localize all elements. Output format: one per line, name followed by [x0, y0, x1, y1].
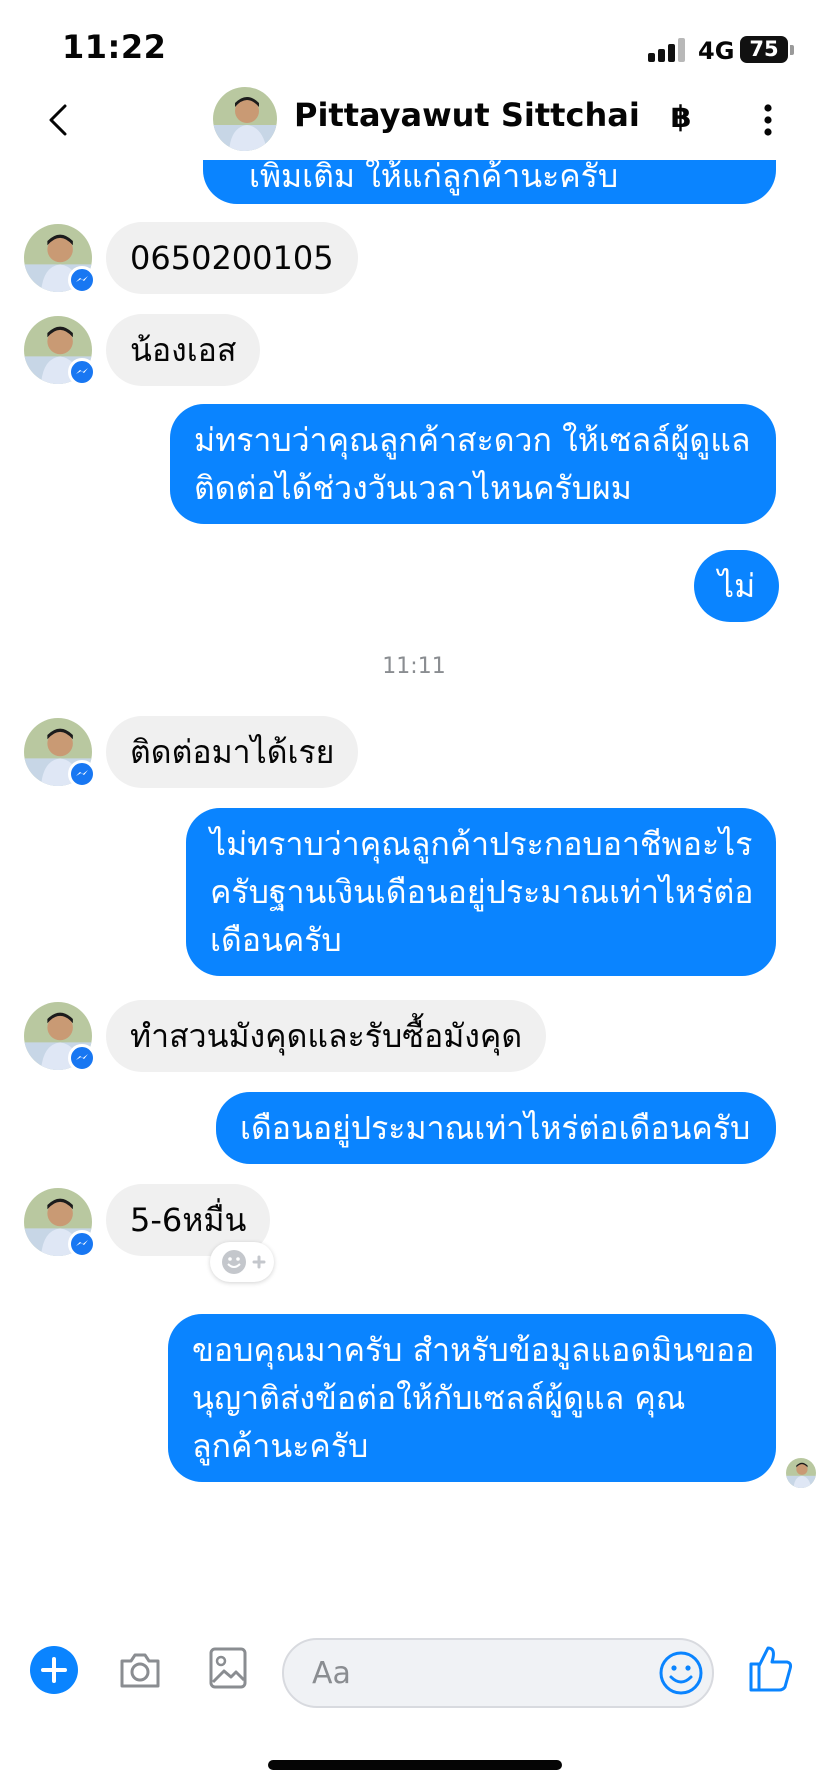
- chat-header: Pittayawut Sittchai ฿: [0, 80, 828, 160]
- camera-icon: [120, 1653, 160, 1688]
- status-bar: 11:22 4G 75: [0, 0, 828, 90]
- message-line: ไม่ทราบว่าคุณลูกค้าประกอบอาชีพอะไร: [210, 825, 753, 863]
- more-options-button[interactable]: [750, 98, 786, 142]
- messenger-badge-icon: [68, 358, 96, 386]
- contact-avatar[interactable]: [213, 87, 277, 151]
- more-actions-button[interactable]: [30, 1646, 78, 1694]
- messenger-badge-icon: [68, 266, 96, 294]
- message-outgoing[interactable]: ไม่ทราบว่าคุณลูกค้าประกอบอาชีพอะไร ครับฐ…: [186, 808, 776, 976]
- message-line: ขอบคุณมาครับ สำหรับข้อมูลแอดมินขออ: [192, 1331, 755, 1369]
- messenger-icon: [76, 1054, 88, 1060]
- messenger-icon: [76, 1240, 88, 1246]
- message-outgoing[interactable]: เดือนอยู่ประมาณเท่าไหร่ต่อเดือนครับ: [216, 1092, 776, 1164]
- contact-name[interactable]: Pittayawut Sittchai: [294, 96, 640, 134]
- message-line: ม่ทราบว่าคุณลูกค้าสะดวก ให้เซลล์ผู้ดูแล: [194, 421, 751, 459]
- message-incoming[interactable]: ทำสวนมังคุดและรับซื้อมังคุด: [106, 1000, 547, 1072]
- chat-screen: 11:22 4G 75 เพิ่มเติม ให้แก่ลูกค้านะครับ: [0, 0, 828, 1792]
- payment-button[interactable]: ฿: [664, 96, 698, 140]
- emoji-icon: [659, 1651, 703, 1695]
- message-line: นุญาติส่งข้อต่อให้กับเซลล์ผู้ดูแล คุณ: [192, 1379, 686, 1417]
- message-incoming[interactable]: 0650200105: [106, 222, 358, 294]
- message-incoming[interactable]: น้องเอส: [106, 314, 261, 386]
- network-type: 4G: [698, 37, 735, 65]
- battery-icon: 75: [740, 36, 788, 63]
- message-incoming[interactable]: ติดต่อมาได้เรย: [106, 716, 359, 788]
- status-time: 11:22: [62, 28, 167, 66]
- add-reaction-button[interactable]: [210, 1242, 274, 1282]
- like-icon: [749, 1646, 793, 1692]
- messenger-icon: [76, 276, 88, 282]
- read-receipt-avatar: [786, 1458, 816, 1488]
- gallery-icon: [209, 1647, 247, 1689]
- messenger-badge-icon: [68, 1230, 96, 1258]
- more-vertical-icon: [764, 104, 772, 136]
- plus-icon: [41, 1657, 67, 1683]
- profile-photo-icon: [786, 1458, 816, 1488]
- battery-level: 75: [749, 37, 779, 61]
- message-line: ลูกค้านะครับ: [192, 1427, 369, 1465]
- messenger-icon: [76, 368, 88, 374]
- message-line: ครับฐานเงินเดือนอยู่ประมาณเท่าไหร่ต่อ: [210, 873, 754, 911]
- camera-button[interactable]: [116, 1646, 164, 1694]
- message-outgoing[interactable]: ม่ทราบว่าคุณลูกค้าสะดวก ให้เซลล์ผู้ดูแล …: [170, 404, 776, 524]
- baht-icon: ฿: [670, 100, 692, 135]
- cellular-signal-icon: [648, 38, 688, 62]
- profile-photo-icon: [213, 87, 277, 151]
- add-reaction-icon: [222, 1250, 266, 1274]
- gallery-button[interactable]: [208, 1644, 248, 1692]
- timestamp-separator: 11:11: [382, 654, 446, 679]
- message-input[interactable]: [282, 1638, 714, 1708]
- like-button[interactable]: [748, 1642, 794, 1694]
- message-line: เดือนครับ: [210, 921, 342, 959]
- messenger-icon: [76, 770, 88, 776]
- back-button[interactable]: [38, 98, 82, 142]
- messenger-badge-icon: [68, 1044, 96, 1072]
- message-line: ไม่: [718, 567, 756, 605]
- message-outgoing[interactable]: ขอบคุณมาครับ สำหรับข้อมูลแอดมินขออ นุญาต…: [168, 1314, 776, 1482]
- message-outgoing[interactable]: ไม่: [694, 550, 780, 622]
- back-icon: [49, 104, 67, 136]
- messenger-badge-icon: [68, 760, 96, 788]
- message-line: ติดต่อได้ช่วงวันเวลาไหนครับผม: [194, 469, 632, 507]
- message-composer: [0, 1620, 828, 1720]
- emoji-button[interactable]: [658, 1650, 704, 1696]
- home-indicator[interactable]: [268, 1760, 562, 1770]
- battery-cap: [790, 45, 794, 55]
- message-line: เดือนอยู่ประมาณเท่าไหร่ต่อเดือนครับ: [240, 1109, 751, 1147]
